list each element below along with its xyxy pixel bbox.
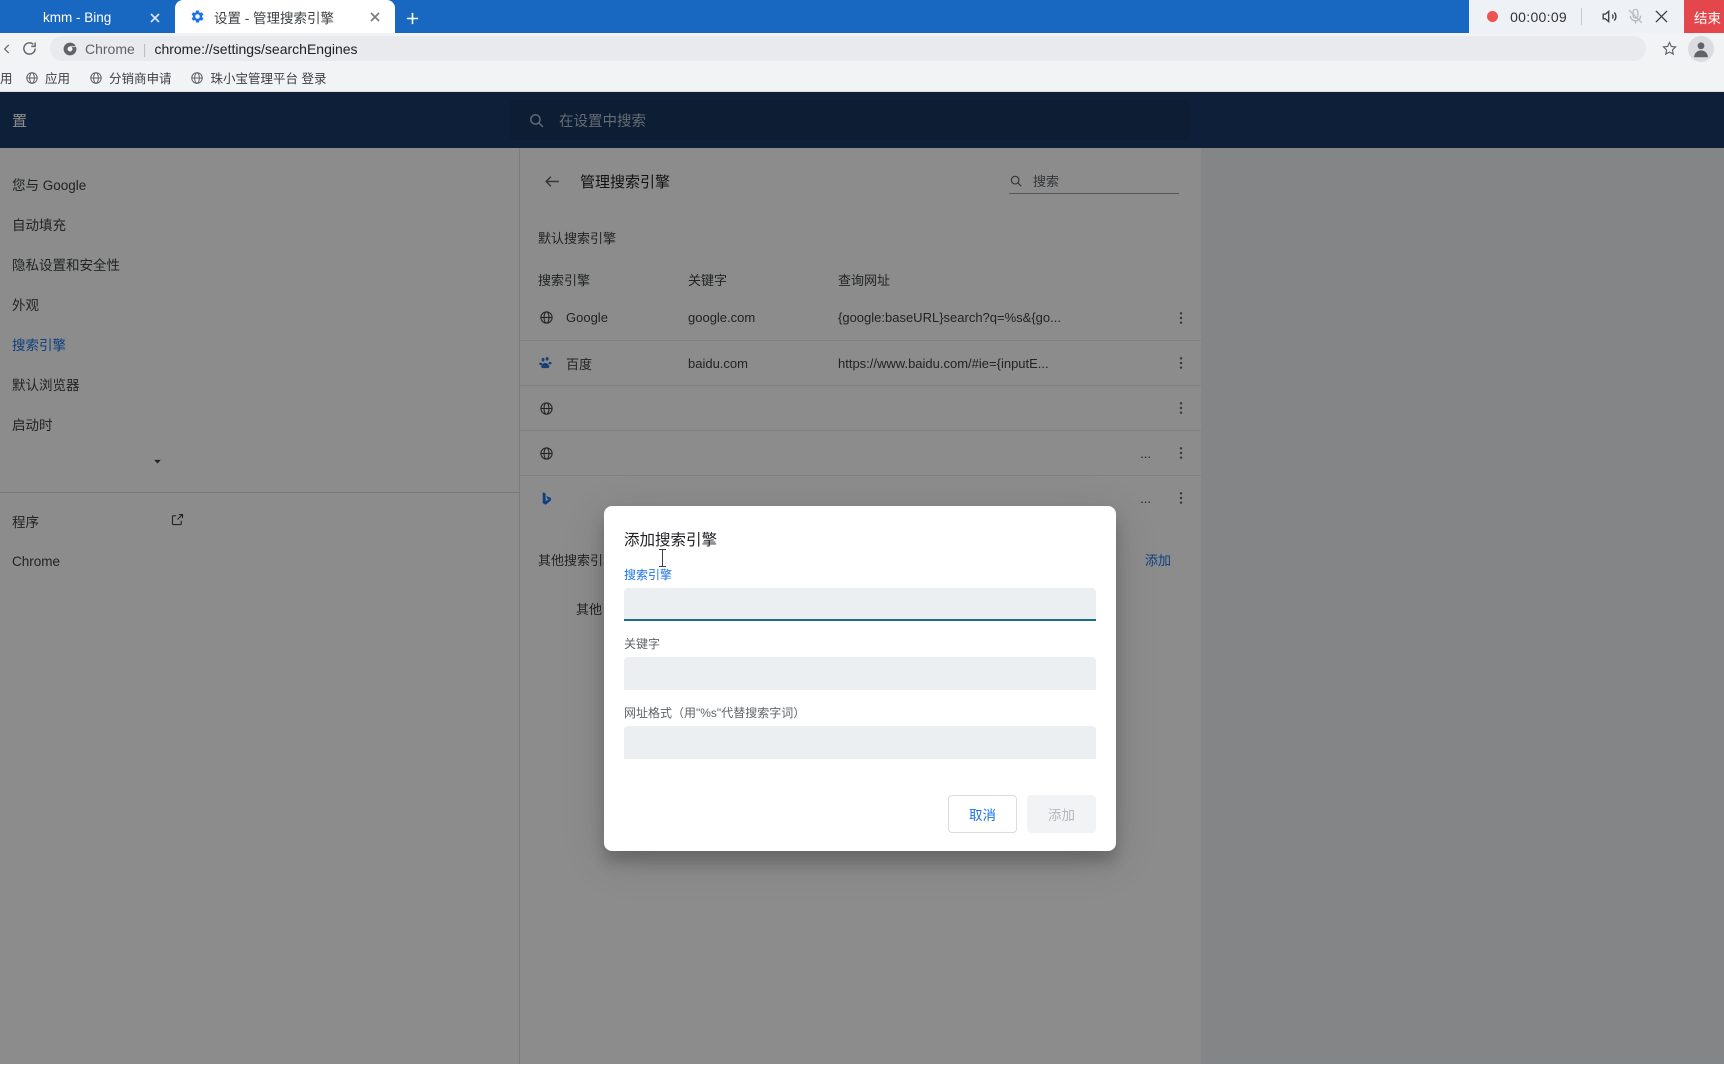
- confirm-add-button: 添加: [1027, 795, 1096, 833]
- add-search-engine-dialog: 添加搜索引擎 搜索引擎 关键字 网址格式（用"%s"代替搜索字词） 取消 添加: [604, 506, 1116, 851]
- globe-icon: [18, 10, 34, 26]
- close-icon[interactable]: [147, 10, 163, 26]
- omnibox-divider: |: [142, 40, 147, 57]
- field-label: 关键字: [624, 637, 661, 651]
- cancel-button[interactable]: 取消: [948, 795, 1017, 833]
- back-button[interactable]: [0, 35, 14, 63]
- browser-tab-1[interactable]: 设置 - 管理搜索引擎: [175, 0, 395, 33]
- keyword-input[interactable]: [624, 657, 1096, 690]
- field-label: 搜索引擎: [624, 568, 673, 582]
- bookmark-item-3[interactable]: 珠小宝管理平台 登录: [182, 67, 335, 89]
- text-cursor-icon: [659, 549, 666, 567]
- chrome-icon: [62, 41, 78, 57]
- page-bottom-strip: [0, 1064, 1724, 1078]
- url-input[interactable]: [624, 726, 1096, 759]
- bookmark-item-1[interactable]: 应用: [16, 67, 78, 89]
- recording-timer: 00:00:09: [1510, 8, 1567, 25]
- close-icon[interactable]: [1648, 4, 1674, 30]
- field-keyword: 关键字: [624, 635, 1096, 690]
- field-search-engine: 搜索引擎: [624, 566, 1096, 621]
- close-icon[interactable]: [367, 9, 383, 25]
- bookmark-label: 用: [0, 72, 13, 86]
- dialog-title: 添加搜索引擎: [624, 532, 718, 549]
- end-recording-button[interactable]: 结束: [1684, 0, 1724, 33]
- globe-icon: [24, 70, 39, 85]
- bookmark-star-icon[interactable]: [1654, 35, 1684, 63]
- field-label: 网址格式（用"%s"代替搜索字词）: [624, 706, 806, 720]
- gear-icon: [189, 9, 205, 25]
- settings-page: 置 在设置中搜索 您与 Google 自动填充 隐私设置和安全性 外观 搜索引擎: [0, 92, 1724, 1078]
- reload-button[interactable]: [14, 35, 44, 63]
- bookmark-label: 分销商申请: [109, 72, 172, 86]
- address-bar[interactable]: Chrome | chrome://settings/searchEngines: [50, 36, 1646, 61]
- globe-icon: [190, 70, 205, 85]
- speaker-icon[interactable]: [1596, 4, 1622, 30]
- new-tab-button[interactable]: [395, 3, 429, 33]
- browser-toolbar: Chrome | chrome://settings/searchEngines: [0, 33, 1724, 64]
- omnibox-url: chrome://settings/searchEngines: [154, 40, 358, 57]
- divider: [1581, 8, 1582, 25]
- tab-title: 设置 - 管理搜索引擎: [214, 10, 334, 26]
- dialog-actions: 取消 添加: [948, 795, 1096, 833]
- bookmark-item-0[interactable]: 用: [0, 67, 14, 89]
- bookmark-label: 珠小宝管理平台 登录: [210, 72, 327, 86]
- bookmark-label: 应用: [45, 72, 71, 86]
- recording-dot-icon: [1487, 11, 1499, 22]
- tab-strip: kmm - Bing 设置 - 管理搜索引擎 00:00:09 结束: [0, 0, 1724, 33]
- screen-recorder-toolbar: 00:00:09 结束: [1469, 0, 1724, 33]
- browser-tab-0[interactable]: kmm - Bing: [0, 2, 175, 33]
- tab-title: kmm - Bing: [43, 10, 112, 25]
- bookmark-item-2[interactable]: 分销商申请: [80, 67, 180, 89]
- search-engine-input[interactable]: [624, 588, 1096, 621]
- omnibox-scheme: Chrome: [85, 40, 135, 57]
- mic-muted-icon[interactable]: [1622, 4, 1648, 30]
- globe-icon: [88, 70, 103, 85]
- bookmarks-bar: 用 应用 分销商申请 珠小宝管理平台 登录: [0, 64, 1724, 92]
- field-url: 网址格式（用"%s"代替搜索字词）: [624, 704, 1096, 759]
- avatar[interactable]: [1688, 35, 1714, 62]
